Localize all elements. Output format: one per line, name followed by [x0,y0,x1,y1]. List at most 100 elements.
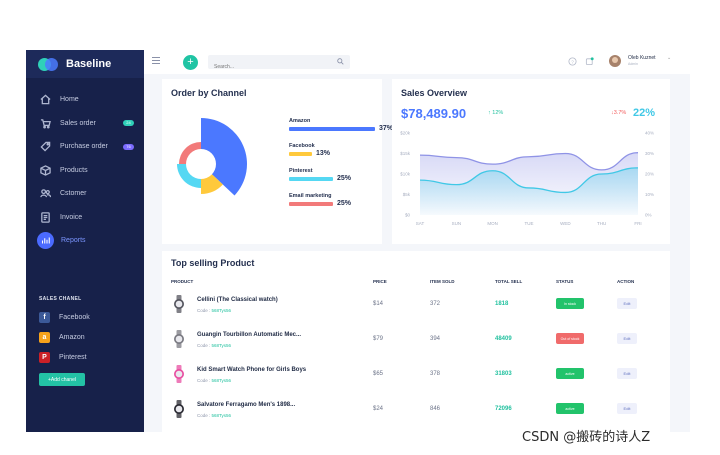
status-badge: active [556,403,584,414]
sidebar-item-purchase-order[interactable]: Purchase order 76 [26,135,144,159]
legend-percent: 25% [337,200,352,207]
legend-percent: 13% [316,150,331,157]
items-sold: 372 [430,301,441,307]
legend-percent: 25% [337,175,352,182]
top-selling-title: Top selling Product [171,258,255,268]
legend-item-amazon: Amazon 37% [289,118,393,132]
legend-item-pinterest: Pinterest 25% [289,168,351,182]
order-by-channel-panel: Order by Channel Amazon 37% Facebook 13% Pin… [162,79,393,244]
brand[interactable]: Baseline [26,50,144,78]
product-name[interactable]: Cellini (The Classical watch) [197,297,278,303]
sidebar-item-home[interactable]: Home [26,88,144,112]
product-code: Code : 568Tys56 [197,343,231,348]
order-donut-chart [177,118,247,196]
items-sold: 846 [430,406,441,412]
table-row[interactable]: Kid Smart Watch Phone for Girls Boys Cod… [162,361,670,395]
amazon-icon: a [39,332,50,343]
y-left-tick-label: $5k [403,192,411,197]
y-right-tick-label: 10% [645,192,654,197]
sales-change-up-value: 12% [492,110,504,116]
product-code-label: Code : [197,308,212,313]
notification-icon[interactable] [585,57,594,66]
x-tick-label: WED [560,221,571,226]
top-bar: + ? Oleb Kuznet Admin ⌄ [144,50,690,74]
user-role: Admin [628,62,638,66]
y-right-tick-label: 30% [645,151,654,156]
channel-label: Facebook [59,314,90,321]
product-name[interactable]: Salvatore Ferragamo Men's 1898... [197,402,295,408]
product-code: Code : 568Tys56 [197,308,231,313]
x-tick-label: TUE [525,221,534,226]
sidebar-nav: Home Sales order 24 Purchase order 76 Product… [26,88,144,253]
help-icon[interactable]: ? [568,57,577,66]
x-tick-label: FRI [634,221,641,226]
edit-button[interactable]: Edit [617,403,637,414]
sidebar-item-label: Sales order [60,119,96,127]
total-sell: 72096 [495,406,512,412]
product-code: Code : 568Tys56 [197,413,231,418]
table-row[interactable]: Guangin Tourbillon Automatic Mec... Code… [162,326,670,360]
sidebar-item-products[interactable]: Products [26,159,144,183]
product-price: $65 [373,371,384,377]
product-price: $24 [373,406,384,412]
status-badge: In stock [556,298,584,309]
channel-label: Amazon [59,334,85,341]
items-sold: 394 [430,336,441,342]
column-header-product: PRODUCT [171,279,194,284]
table-row[interactable]: Cellini (The Classical watch) Code : 568… [162,291,670,325]
channel-facebook[interactable]: f Facebook [39,312,90,323]
chevron-down-icon[interactable]: ⌄ [667,55,671,61]
watch-icon [174,330,184,348]
tag-icon [39,141,51,153]
user-name[interactable]: Oleb Kuznet [628,55,656,61]
avatar[interactable] [609,55,621,67]
menu-icon[interactable] [152,57,160,64]
column-header-price: PRICE [373,279,387,284]
sidebar-item-label: Products [60,166,88,174]
add-channel-button[interactable]: +Add chanel [39,373,85,386]
sidebar-item-reports[interactable]: Reports [26,229,144,253]
product-code-value: 568Tys56 [211,413,232,418]
sidebar: Baseline Home Sales order 24 Purchase order… [26,50,144,432]
column-header-total-sell: TOTAL SELL [495,279,523,284]
users-icon [39,188,51,200]
product-code-label: Code : [197,378,212,383]
sales-overview-panel: Sales Overview $78,489.90 ↑ 12% ↓3.7% 22… [392,79,670,244]
product-code-label: Code : [197,343,212,348]
order-by-channel-title: Order by Channel [171,88,247,98]
search-icon[interactable] [337,58,344,65]
total-sell: 1818 [495,301,509,307]
sidebar-item-cstomer[interactable]: Cstomer [26,182,144,206]
legend-label: Amazon [289,118,311,124]
brand-name: Baseline [66,58,112,70]
table-row[interactable]: Salvatore Ferragamo Men's 1898... Code :… [162,396,670,430]
sales-change-down: ↓3.7% [611,110,626,116]
sales-total-value: $78,489.90 [401,106,467,121]
channel-amazon[interactable]: a Amazon [39,332,85,343]
legend-bar [289,177,333,181]
product-name[interactable]: Kid Smart Watch Phone for Girls Boys [197,367,306,373]
product-name[interactable]: Guangin Tourbillon Automatic Mec... [197,332,301,338]
y-right-tick-label: 20% [645,172,654,177]
count-badge: 24 [123,120,134,127]
legend-percent: 37% [379,125,394,132]
channel-pinterest[interactable]: P Pinterest [39,352,87,363]
y-left-tick-label: $20k [400,131,411,136]
sidebar-item-label: Cstomer [60,190,87,198]
sidebar-item-invoice[interactable]: Invoice [26,206,144,230]
product-code-value: 568Tys56 [211,378,232,383]
sales-change-up: ↑ 12% [488,110,503,116]
sidebar-item-label: Reports [61,237,86,245]
legend-bar [289,202,333,206]
search-box [208,55,350,74]
home-icon [39,94,51,106]
column-header-item-sold: ITEM SOLD [430,279,455,284]
search-input[interactable] [208,60,328,74]
sidebar-item-sales-order[interactable]: Sales order 24 [26,112,144,136]
y-right-tick-label: 0% [645,213,652,218]
edit-button[interactable]: Edit [617,298,637,309]
edit-button[interactable]: Edit [617,368,637,379]
edit-button[interactable]: Edit [617,333,637,344]
status-badge: active [556,368,584,379]
add-button[interactable]: + [183,55,198,70]
